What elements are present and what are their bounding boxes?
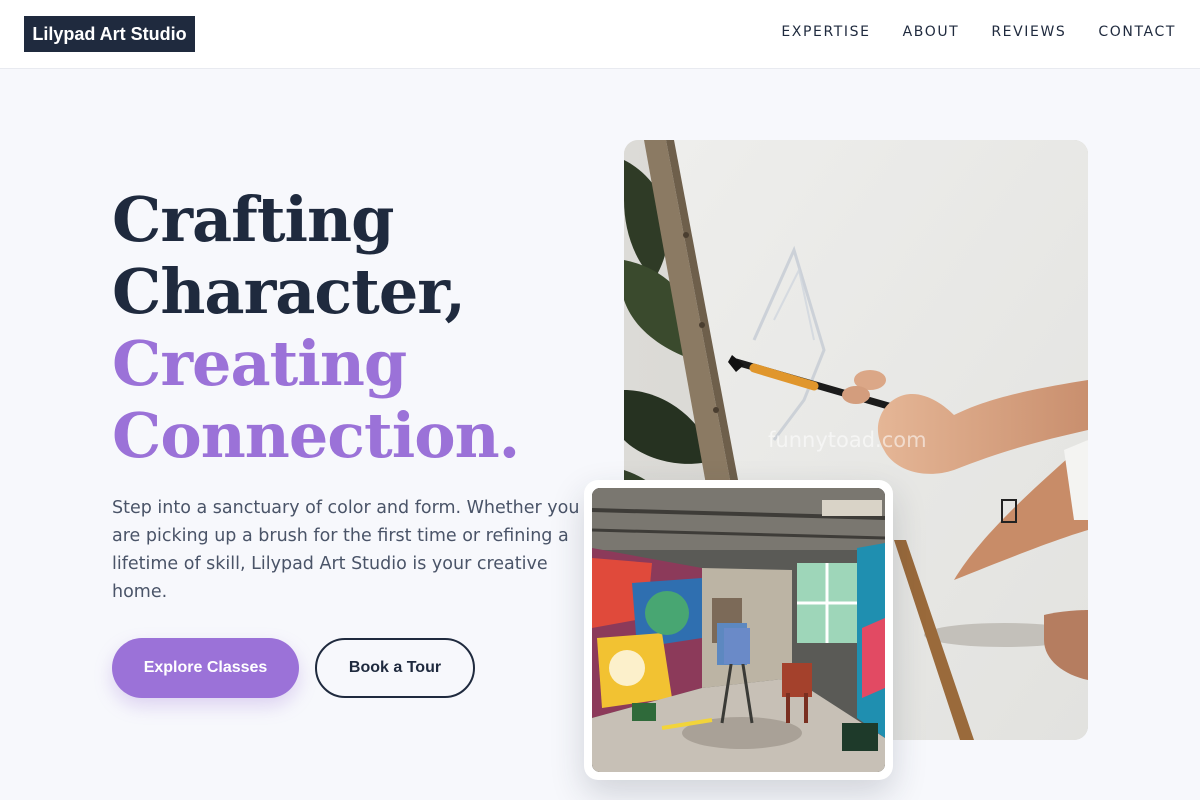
headline-line-4: Connection.: [112, 399, 520, 472]
nav-link-expertise[interactable]: EXPERTISE: [781, 24, 870, 40]
studio-photo-card: [584, 480, 893, 780]
nav-link-reviews[interactable]: REVIEWS: [991, 24, 1066, 40]
explore-classes-button[interactable]: Explore Classes: [112, 638, 299, 698]
image-watermark: funnytoad.com: [768, 428, 927, 452]
nav-links: EXPERTISE ABOUT REVIEWS CONTACT: [781, 24, 1176, 40]
nav-link-contact[interactable]: CONTACT: [1098, 24, 1176, 40]
top-navbar: Lilypad Art Studio EXPERTISE ABOUT REVIE…: [0, 0, 1200, 69]
hero-description: Step into a sanctuary of color and form.…: [112, 498, 580, 602]
hero-headline: Crafting Character, Creating Connection.: [112, 184, 592, 472]
book-tour-button[interactable]: Book a Tour: [315, 638, 475, 698]
brand-logo[interactable]: Lilypad Art Studio: [24, 16, 195, 52]
studio-interior-image: [592, 488, 885, 772]
graffiti-studio-illustration: [592, 488, 885, 772]
nav-link-about[interactable]: ABOUT: [903, 24, 960, 40]
headline-line-1: Crafting: [112, 183, 394, 256]
headline-line-2: Character,: [112, 255, 466, 328]
headline-line-3: Creating: [112, 327, 407, 400]
